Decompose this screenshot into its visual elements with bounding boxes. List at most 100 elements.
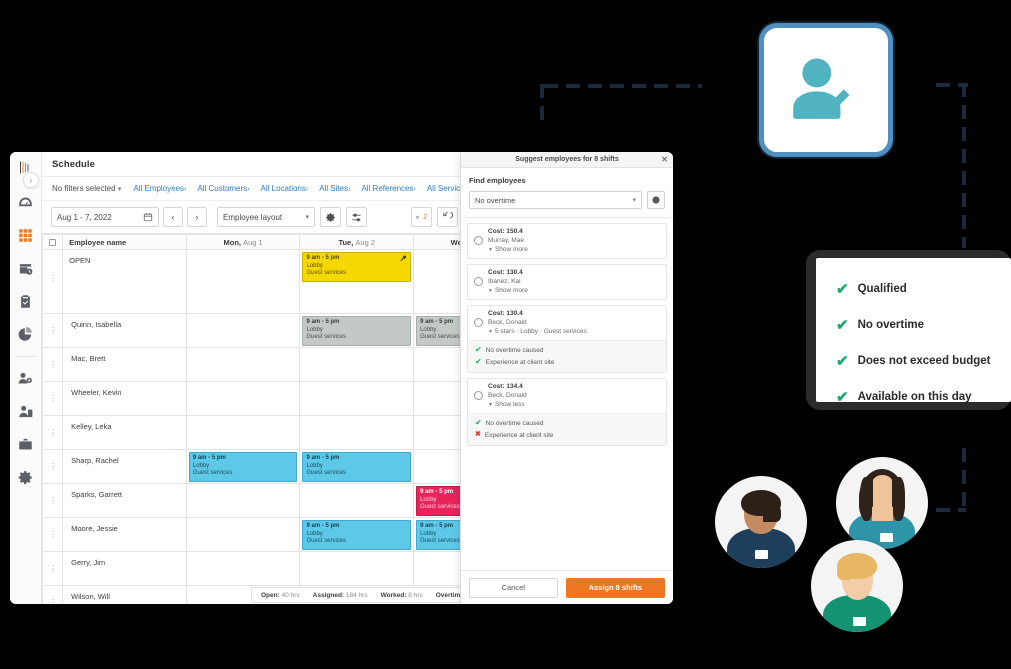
sidebar-item-settings[interactable] [14, 464, 38, 490]
shift-cell-mon[interactable]: 9 am - 5 pm Lobby Guest services [185, 449, 301, 484]
layout-settings-button[interactable] [320, 207, 341, 227]
candidate-radio[interactable] [474, 391, 483, 400]
drag-handle-icon[interactable]: ⋮ [43, 450, 62, 483]
shift-card[interactable]: 9 am - 5 pm Lobby Guest services [302, 252, 412, 282]
undo-button[interactable] [437, 207, 458, 227]
shift-cell-mon[interactable] [185, 313, 301, 348]
save-button[interactable]: 2 [411, 207, 432, 227]
filter-all-references[interactable]: All References› [361, 184, 415, 193]
candidate-toggle[interactable]: ▼ Show more [488, 246, 661, 253]
filter-none-selected[interactable]: No filters selected ▾ [52, 184, 121, 193]
cancel-button[interactable]: Cancel [469, 577, 558, 598]
drag-handle-icon[interactable]: ⋮ [43, 348, 62, 381]
next-week-button[interactable]: › [187, 207, 207, 227]
candidate-toggle-label: 5 stars · Lobby · Guest services [494, 328, 587, 335]
sidebar-item-timesheets[interactable] [14, 255, 38, 281]
shift-cell-tue[interactable]: 9 am - 5 pm Lobby Guest services [299, 449, 415, 484]
drag-handle-icon[interactable]: ⋮ [43, 484, 62, 517]
list-item[interactable]: Cost: 130.4 Beck, Donald ▼ 5 stars · Lobb… [467, 305, 667, 373]
assign-shifts-button[interactable]: Assign 8 shifts [565, 577, 665, 598]
candidate-radio[interactable] [474, 236, 483, 245]
candidate-toggle[interactable]: ▼ Show less [488, 401, 661, 408]
shift-cell-tue[interactable]: 9 am - 5 pm Lobby Guest services [299, 249, 415, 314]
sidebar-item-reports[interactable] [14, 321, 38, 347]
drag-handle-icon[interactable]: ⋮ [43, 518, 62, 551]
row-handle-cell[interactable]: ⋮ [42, 585, 64, 604]
filter-settings-button[interactable] [346, 207, 367, 227]
drag-handle-icon[interactable]: ⋮ [43, 586, 62, 604]
row-handle-cell[interactable]: ⋮ [42, 415, 64, 450]
shift-service: Guest services [306, 470, 347, 476]
shift-cell-tue[interactable] [299, 415, 415, 450]
candidate-summary[interactable]: Cost: 130.4 Ibanez, Kai ▼ Show more [468, 265, 666, 299]
shift-cell-mon[interactable] [185, 415, 301, 450]
candidate-toggle[interactable]: ▼ Show more [488, 287, 661, 294]
shift-cell-mon[interactable] [185, 517, 301, 552]
date-range-input[interactable]: Aug 1 - 7, 2022 [51, 207, 159, 227]
row-handle-cell[interactable]: ⋮ [42, 347, 64, 382]
drag-handle-icon[interactable]: ⋮ [43, 250, 62, 308]
save-icon [416, 215, 419, 219]
drag-handle-icon[interactable]: ⋮ [43, 552, 62, 585]
shift-cell-mon[interactable] [185, 551, 301, 586]
candidate-radio[interactable] [474, 277, 483, 286]
candidate-check-label: Experience at client site [484, 431, 554, 439]
drag-handle-icon[interactable]: ⋮ [43, 314, 62, 347]
sidebar-item-jobs[interactable] [14, 431, 38, 457]
filter-all-sites[interactable]: All Sites› [319, 184, 350, 193]
chevron-down-icon: ▼ [488, 247, 493, 253]
row-handle-cell[interactable]: ⋮ [42, 381, 64, 416]
list-item[interactable]: Cost: 134.4 Beck, Donald ▼ Show less ✔ No… [467, 378, 667, 446]
sidebar-item-dashboard[interactable] [14, 189, 38, 215]
candidate-summary[interactable]: Cost: 130.4 Beck, Donald ▼ 5 stars · Lobb… [468, 306, 666, 340]
drag-handle-icon[interactable]: ⋮ [43, 416, 62, 449]
shift-cell-mon[interactable] [185, 347, 301, 382]
close-icon[interactable]: ✕ [661, 155, 668, 164]
shift-cell-mon[interactable] [185, 381, 301, 416]
shift-card[interactable]: 9 am - 5 pm Lobby Guest services [188, 452, 298, 482]
row-handle-cell[interactable]: ⋮ [42, 313, 64, 348]
sidebar-item-customers[interactable] [14, 398, 38, 424]
row-handle-cell[interactable]: ⋮ [42, 249, 64, 314]
shift-cell-tue[interactable] [299, 381, 415, 416]
row-handle-cell[interactable]: ⋮ [42, 449, 64, 484]
sidebar-item-schedule[interactable] [14, 222, 38, 248]
list-item[interactable]: Cost: 130.4 Ibanez, Kai ▼ Show more [467, 264, 667, 300]
prev-week-button[interactable]: ‹ [163, 207, 183, 227]
filter-all-customers[interactable]: All Customers› [197, 184, 249, 193]
candidate-checks: ✔ No overtime caused ✖ Experience at cli… [468, 413, 666, 445]
layout-select[interactable]: Employee layout ▾ [217, 207, 315, 227]
shift-card[interactable]: 9 am - 5 pm Lobby Guest services [302, 520, 412, 550]
shift-cell-mon[interactable] [185, 483, 301, 518]
shift-cell-tue[interactable]: 9 am - 5 pm Lobby Guest services [299, 313, 415, 348]
candidate-toggle-label: Show more [494, 246, 528, 253]
candidate-summary[interactable]: Cost: 150.4 Murray, Mae ▼ Show more [468, 224, 666, 258]
sidebar-expand-button[interactable]: › [23, 172, 39, 188]
overtime-filter-select[interactable]: No overtime ▾ [469, 191, 642, 209]
candidate-summary[interactable]: Cost: 134.4 Beck, Donald ▼ Show less [468, 379, 666, 413]
row-handle-cell[interactable]: ⋮ [42, 517, 64, 552]
shift-cell-mon[interactable] [185, 249, 301, 314]
suggest-settings-button[interactable] [647, 191, 665, 209]
row-handle-cell[interactable]: ⋮ [42, 483, 64, 518]
candidate-radio[interactable] [474, 318, 483, 327]
shift-card[interactable]: 9 am - 5 pm Lobby Guest services [302, 316, 412, 346]
shift-cell-tue[interactable] [299, 347, 415, 382]
summary-worked-value: 8 hrs [408, 591, 423, 599]
drag-handle-icon[interactable]: ⋮ [43, 382, 62, 415]
row-handle-cell[interactable]: ⋮ [42, 551, 64, 586]
shift-cell-tue[interactable] [299, 483, 415, 518]
filter-all-employees[interactable]: All Employees› [133, 184, 186, 193]
shift-cell-tue[interactable]: 9 am - 5 pm Lobby Guest services [299, 517, 415, 552]
summary-worked-label: Worked: [380, 591, 407, 599]
filter-all-locations[interactable]: All Locations› [261, 184, 309, 193]
select-all-header[interactable] [42, 234, 64, 250]
shift-tools-icons[interactable] [400, 255, 407, 262]
shift-card[interactable]: 9 am - 5 pm Lobby Guest services [302, 452, 412, 482]
sidebar-item-tasks[interactable] [14, 288, 38, 314]
sidebar-item-employees[interactable] [14, 365, 38, 391]
select-all-checkbox[interactable] [49, 238, 57, 246]
list-item[interactable]: Cost: 150.4 Murray, Mae ▼ Show more [467, 223, 667, 259]
shift-cell-tue[interactable] [299, 551, 415, 586]
candidate-toggle[interactable]: ▼ 5 stars · Lobby · Guest services [488, 328, 661, 335]
